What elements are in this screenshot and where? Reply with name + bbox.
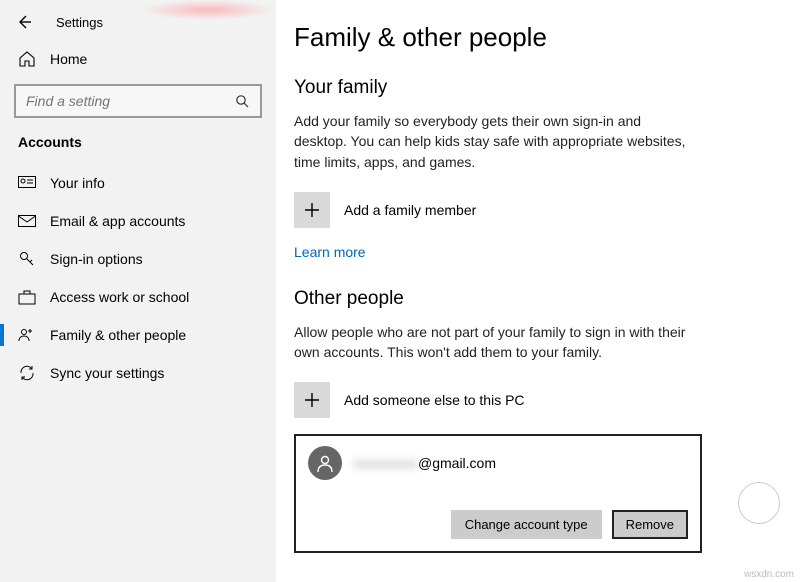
- add-family-label: Add a family member: [344, 202, 476, 218]
- sidebar-item-sync[interactable]: Sync your settings: [0, 354, 276, 392]
- help-fab[interactable]: [738, 482, 780, 524]
- people-icon: [18, 326, 36, 344]
- remove-button[interactable]: Remove: [612, 510, 688, 539]
- nav-list: Your info Email & app accounts Sign-in o…: [0, 164, 276, 392]
- account-domain: @gmail.com: [418, 455, 496, 471]
- sidebar-item-email[interactable]: Email & app accounts: [0, 202, 276, 240]
- nav-label: Access work or school: [50, 289, 189, 305]
- search-box[interactable]: [14, 84, 262, 118]
- key-icon: [18, 250, 36, 268]
- search-input[interactable]: [26, 93, 234, 109]
- sidebar: Settings Home Accounts Your info: [0, 0, 276, 582]
- learn-more-link[interactable]: Learn more: [294, 244, 366, 260]
- add-other-user[interactable]: Add someone else to this PC: [294, 382, 770, 418]
- add-family-member[interactable]: Add a family member: [294, 192, 770, 228]
- sidebar-item-family[interactable]: Family & other people: [0, 316, 276, 354]
- add-other-label: Add someone else to this PC: [344, 392, 525, 408]
- sidebar-item-signin[interactable]: Sign-in options: [0, 240, 276, 278]
- change-account-type-button[interactable]: Change account type: [451, 510, 602, 539]
- nav-label: Sync your settings: [50, 365, 164, 381]
- other-heading: Other people: [294, 288, 770, 310]
- other-description: Allow people who are not part of your fa…: [294, 322, 694, 363]
- account-name-hidden: xxxxxxxx: [354, 455, 418, 471]
- family-description: Add your family so everybody gets their …: [294, 111, 694, 172]
- sync-icon: [18, 364, 36, 382]
- watermark: wsxdn.com: [744, 569, 794, 580]
- sidebar-item-work-school[interactable]: Access work or school: [0, 278, 276, 316]
- page-title: Family & other people: [294, 22, 770, 53]
- briefcase-icon: [18, 288, 36, 306]
- home-icon: [18, 50, 36, 68]
- section-label: Accounts: [0, 132, 276, 164]
- plus-icon: [294, 382, 330, 418]
- app-title: Settings: [56, 15, 103, 30]
- arrow-left-icon: [16, 14, 32, 30]
- plus-icon: [294, 192, 330, 228]
- sidebar-item-your-info[interactable]: Your info: [0, 164, 276, 202]
- mail-icon: [18, 212, 36, 230]
- nav-label: Email & app accounts: [50, 213, 185, 229]
- home-label: Home: [50, 51, 87, 67]
- home-nav[interactable]: Home: [0, 44, 276, 78]
- account-email: xxxxxxxx@gmail.com: [354, 455, 496, 471]
- back-button[interactable]: [14, 12, 34, 32]
- nav-label: Family & other people: [50, 327, 186, 343]
- person-card-icon: [18, 174, 36, 192]
- nav-label: Sign-in options: [50, 251, 143, 267]
- search-icon: [234, 93, 250, 109]
- nav-label: Your info: [50, 175, 105, 191]
- account-card: xxxxxxxx@gmail.com Change account type R…: [294, 434, 702, 553]
- main-content: Family & other people Your family Add yo…: [276, 0, 800, 582]
- family-heading: Your family: [294, 77, 770, 99]
- avatar: [308, 446, 342, 480]
